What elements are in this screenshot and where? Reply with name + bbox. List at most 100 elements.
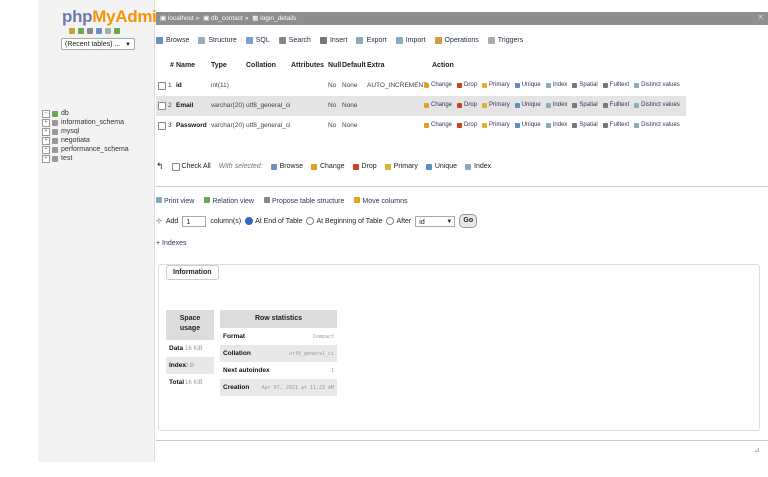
propose-structure-link[interactable]: Propose table structure	[263, 197, 344, 205]
drop-button[interactable]: Drop	[457, 82, 477, 88]
bulk-browse-button[interactable]: Browse	[270, 163, 303, 170]
settings-icon[interactable]	[105, 28, 111, 34]
row-checkbox[interactable]	[158, 122, 166, 132]
expand-icon[interactable]: +	[42, 145, 50, 154]
resize-icon[interactable]: ⊿	[754, 446, 760, 454]
tab-triggers[interactable]: Triggers	[487, 37, 523, 44]
print-view-link[interactable]: Print view	[156, 197, 194, 205]
breadcrumb-database[interactable]: db_contact	[211, 15, 243, 22]
sql-icon	[245, 37, 253, 44]
table-row: Creation Apr 07, 2021 at 11:23 AM	[220, 379, 337, 396]
tree-item-label: negotiata	[61, 137, 90, 144]
recent-tables-select[interactable]: (Recent tables) ... ▼	[61, 38, 135, 50]
add-column-icon: ⊹	[156, 218, 162, 225]
print-icon	[156, 197, 162, 203]
index-button[interactable]: Index	[545, 82, 567, 88]
move-columns-link[interactable]: Move columns	[354, 197, 408, 205]
unique-button[interactable]: Unique	[514, 82, 541, 88]
bulk-drop-button[interactable]: Drop	[352, 163, 377, 170]
expand-icon[interactable]: −	[42, 109, 50, 118]
index-button[interactable]: Index	[545, 102, 567, 108]
fulltext-button[interactable]: Fulltext	[602, 122, 629, 128]
column-count-input[interactable]: 1	[182, 215, 207, 227]
collapse-icon[interactable]: ⇱	[759, 12, 764, 25]
primary-button[interactable]: Primary	[482, 122, 510, 128]
database-icon	[52, 110, 58, 117]
expand-icon[interactable]: +	[42, 154, 50, 163]
change-button[interactable]: Change	[424, 82, 452, 88]
distinct-values-button[interactable]: Distinct values	[634, 122, 680, 128]
row-checkbox[interactable]	[158, 102, 166, 112]
tree-item-mysql[interactable]: + mysql	[42, 127, 129, 136]
tab-operations[interactable]: Operations	[434, 37, 479, 44]
change-button[interactable]: Change	[424, 102, 452, 108]
chevron-down-icon: ▼	[446, 218, 453, 225]
bulk-unique-button[interactable]: Unique	[425, 163, 457, 170]
bulk-primary-button[interactable]: Primary	[384, 163, 418, 170]
table-row: 2 Email varchar(20) utf8_general_ci No N…	[156, 96, 686, 116]
logout-icon[interactable]	[78, 28, 84, 34]
sql-docs-icon[interactable]	[96, 28, 102, 34]
index-button[interactable]: Index	[545, 122, 567, 128]
expand-icon[interactable]: +	[42, 118, 50, 127]
pencil-icon	[310, 163, 317, 170]
change-button[interactable]: Change	[424, 122, 452, 128]
tree-item-negotiata[interactable]: + negotiata	[42, 136, 129, 145]
docs-icon[interactable]	[87, 28, 93, 34]
tree-item-test[interactable]: + test	[42, 154, 129, 163]
index-icon	[545, 102, 551, 108]
tree-item-performance-schema[interactable]: + performance_schema	[42, 145, 129, 154]
breadcrumb-separator: »	[244, 15, 249, 22]
after-column-select[interactable]: id ▼	[415, 215, 456, 227]
relation-view-link[interactable]: Relation view	[204, 197, 254, 205]
bulk-index-button[interactable]: Index	[465, 163, 491, 170]
reload-icon[interactable]	[114, 28, 120, 34]
row-null: No	[328, 82, 337, 89]
spatial-button[interactable]: Spatial	[572, 82, 598, 88]
distinct-values-button[interactable]: Distinct values	[634, 82, 680, 88]
drop-button[interactable]: Drop	[457, 122, 477, 128]
spatial-button[interactable]: Spatial	[572, 102, 598, 108]
tab-sql[interactable]: SQL	[245, 37, 270, 44]
tree-item-information-schema[interactable]: + information_schema	[42, 118, 129, 127]
indexes-toggle[interactable]: + Indexes	[156, 240, 187, 247]
key-icon	[482, 122, 488, 128]
row-checkbox[interactable]	[158, 82, 166, 92]
tab-export[interactable]: Export	[356, 37, 387, 44]
breadcrumb-server[interactable]: localhost	[168, 15, 194, 22]
primary-button[interactable]: Primary	[482, 102, 510, 108]
row-collation: utf8_general_ci	[246, 102, 291, 109]
expand-icon[interactable]: +	[42, 127, 50, 136]
table-row: Index 0 B	[166, 357, 214, 374]
after-radio[interactable]: After	[386, 217, 411, 225]
distinct-values-button[interactable]: Distinct values	[634, 102, 680, 108]
fulltext-button[interactable]: Fulltext	[602, 102, 629, 108]
drop-button[interactable]: Drop	[457, 102, 477, 108]
go-button[interactable]: Go	[459, 214, 478, 228]
drop-icon	[457, 122, 463, 128]
row-collation: utf8_general_ci	[246, 122, 291, 129]
primary-button[interactable]: Primary	[482, 82, 510, 88]
import-icon	[395, 37, 403, 44]
breadcrumb-table[interactable]: login_details	[260, 15, 296, 22]
tab-insert[interactable]: Insert	[319, 37, 347, 44]
row-actions: Change Drop Primary Unique Index Spatial…	[424, 102, 680, 108]
tab-structure[interactable]: Structure	[198, 37, 237, 44]
tab-import[interactable]: Import	[395, 37, 426, 44]
tab-browse[interactable]: Browse	[156, 37, 189, 44]
phpmyadmin-logo[interactable]: phpMyAdmin	[62, 7, 167, 27]
check-all-checkbox[interactable]: Check All	[171, 162, 211, 171]
home-icon[interactable]	[69, 28, 75, 34]
tree-item-db[interactable]: − db	[42, 109, 129, 118]
export-icon	[356, 37, 364, 44]
at-end-radio[interactable]: At End of Table	[245, 217, 302, 225]
bulk-change-button[interactable]: Change	[310, 163, 345, 170]
unique-button[interactable]: Unique	[514, 122, 541, 128]
at-beginning-radio[interactable]: At Beginning of Table	[306, 217, 382, 225]
expand-icon[interactable]: +	[42, 136, 50, 145]
tab-search[interactable]: Search	[278, 37, 311, 44]
unique-button[interactable]: Unique	[514, 102, 541, 108]
spatial-button[interactable]: Spatial	[572, 122, 598, 128]
information-legend: Information	[166, 265, 219, 280]
fulltext-button[interactable]: Fulltext	[602, 82, 629, 88]
